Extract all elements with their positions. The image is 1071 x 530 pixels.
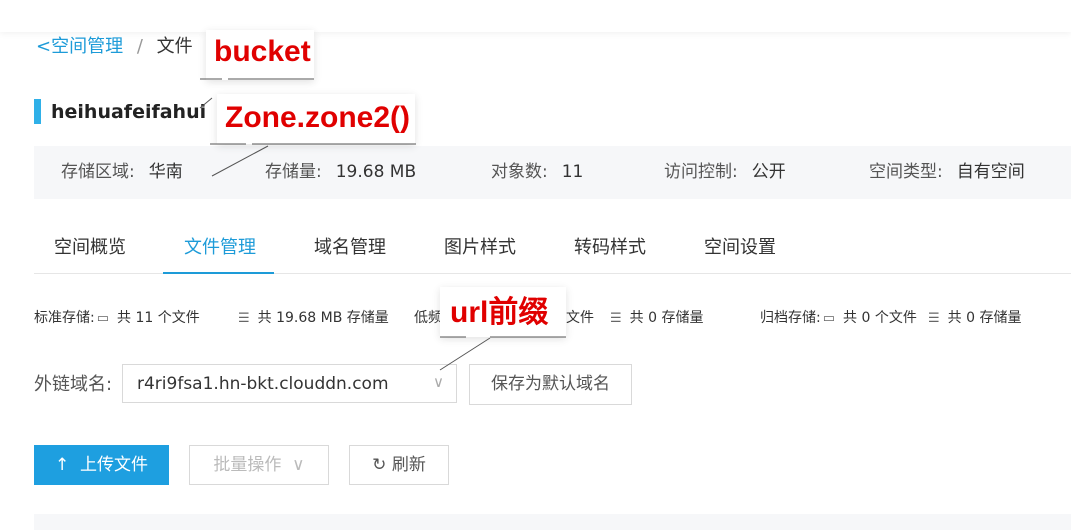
annotation-callout-lines [199, 78, 566, 371]
